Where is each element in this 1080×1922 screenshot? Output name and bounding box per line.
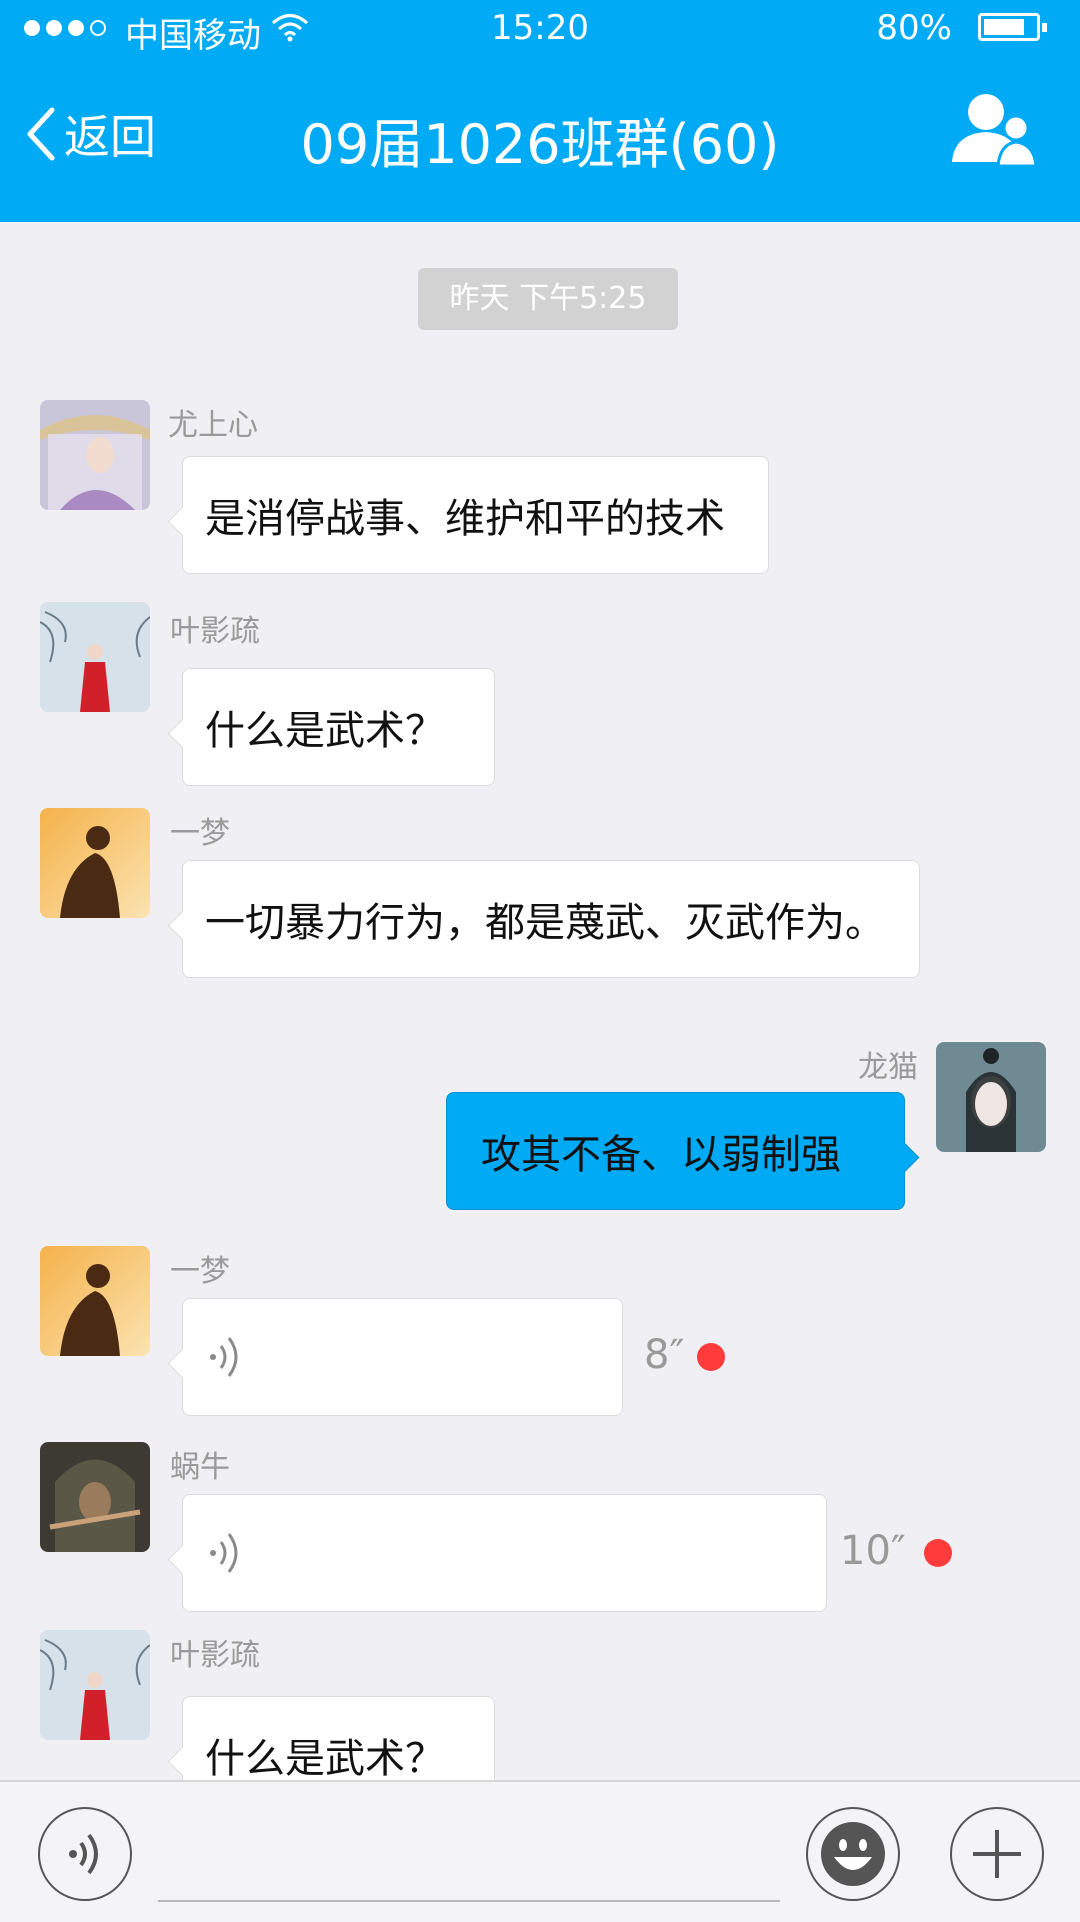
status-bar: 中国移动 15:20 80% <box>0 0 1080 58</box>
message-input[interactable] <box>158 1900 780 1902</box>
battery-percentage: 80% <box>876 8 952 48</box>
avatar[interactable] <box>40 400 150 510</box>
chat-area[interactable]: 昨天 下午5:25 尤上心 是消停战事、维护和平的技术 叶影疏 什么是武术？ 一… <box>0 222 1080 1780</box>
voice-icon <box>69 1833 98 1875</box>
avatar[interactable] <box>936 1042 1046 1152</box>
plus-icon <box>973 1830 1021 1878</box>
avatar[interactable] <box>40 808 150 918</box>
avatar[interactable] <box>40 602 150 712</box>
sender-name: 一梦 <box>170 816 230 851</box>
emoji-icon <box>821 1822 885 1886</box>
avatar[interactable] <box>40 1246 150 1356</box>
message-bubble[interactable]: 什么是武术？ <box>182 1696 495 1780</box>
avatar[interactable] <box>40 1442 150 1552</box>
sender-name: 一梦 <box>170 1254 230 1289</box>
voice-bubble[interactable] <box>182 1494 827 1612</box>
page-title: 09届1026班群(60) <box>300 113 780 176</box>
sender-name: 蜗牛 <box>170 1450 230 1485</box>
message-bubble-self[interactable]: 攻其不备、以弱制强 <box>446 1092 905 1210</box>
voice-wave-icon <box>210 1337 238 1377</box>
message-bubble[interactable]: 是消停战事、维护和平的技术 <box>182 456 769 574</box>
avatar[interactable] <box>40 1630 150 1740</box>
members-icon[interactable] <box>950 92 1040 168</box>
unread-dot <box>924 1539 952 1567</box>
navigation-bar: 中国移动 15:20 80% 返回 09届1026班群(60) <box>0 0 1080 222</box>
message-bubble[interactable]: 什么是武术？ <box>182 668 495 786</box>
voice-duration: 10″ <box>840 1528 906 1574</box>
voice-input-button[interactable] <box>38 1807 132 1901</box>
emoji-button[interactable] <box>806 1807 900 1901</box>
sender-name: 尤上心 <box>168 408 258 443</box>
voice-bubble[interactable] <box>182 1298 623 1416</box>
sender-name: 龙猫 <box>858 1050 918 1085</box>
battery-icon <box>978 13 1047 41</box>
sender-name: 叶影疏 <box>170 1638 260 1673</box>
time-divider: 昨天 下午5:25 <box>418 268 678 330</box>
more-button[interactable] <box>950 1807 1044 1901</box>
message-bubble[interactable]: 一切暴力行为，都是蔑武、灭武作为。 <box>182 860 920 978</box>
input-toolbar <box>0 1780 1080 1922</box>
sender-name: 叶影疏 <box>170 614 260 649</box>
voice-duration: 8″ <box>644 1332 685 1378</box>
unread-dot <box>697 1343 725 1371</box>
voice-wave-icon <box>210 1533 238 1573</box>
